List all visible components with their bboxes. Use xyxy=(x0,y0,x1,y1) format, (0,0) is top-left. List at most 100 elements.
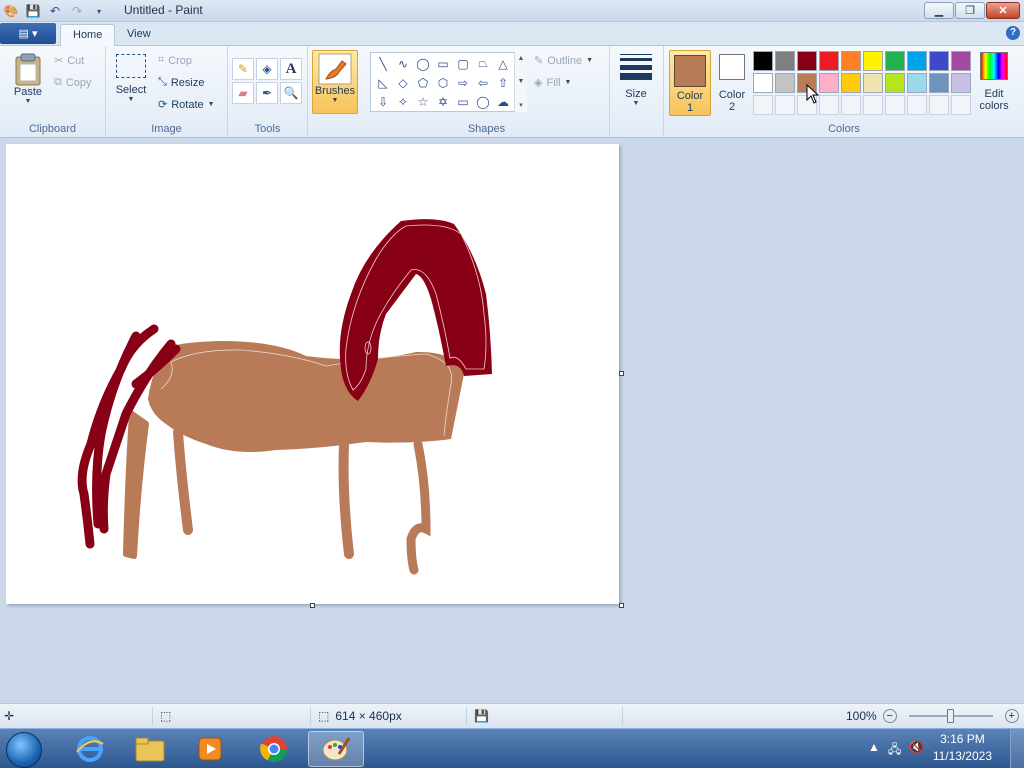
palette-swatch[interactable] xyxy=(951,51,971,71)
color-picker-icon[interactable]: ✒ xyxy=(256,82,278,104)
minimize-button[interactable]: ▁ xyxy=(924,2,954,19)
palette-swatch[interactable] xyxy=(907,51,927,71)
zoom-slider[interactable] xyxy=(908,709,993,723)
palette-swatch[interactable] xyxy=(907,73,927,93)
show-desktop-button[interactable] xyxy=(1010,729,1024,768)
palette-swatch[interactable] xyxy=(863,73,883,93)
customize-qat-icon[interactable]: ▾ xyxy=(90,2,108,20)
file-explorer-icon[interactable] xyxy=(122,731,178,767)
five-point-star-shape-icon[interactable]: ☆ xyxy=(413,92,433,111)
palette-swatch[interactable] xyxy=(885,51,905,71)
resize-handle-corner[interactable] xyxy=(619,603,624,608)
custom-color-slot[interactable] xyxy=(863,95,883,115)
eraser-icon[interactable]: ▰ xyxy=(232,82,254,104)
drawing-canvas[interactable] xyxy=(6,144,619,604)
right-arrow-shape-icon[interactable]: ⇨ xyxy=(453,73,473,92)
pencil-icon[interactable]: ✎ xyxy=(232,58,254,80)
oval-callout-shape-icon[interactable]: ◯ xyxy=(473,92,493,111)
color1-button[interactable]: Color 1 xyxy=(669,50,711,116)
rounded-rectangle-shape-icon[interactable]: ▢ xyxy=(453,54,473,73)
palette-swatch[interactable] xyxy=(753,73,773,93)
more-shapes-icon[interactable]: ▾ xyxy=(519,101,523,109)
cut-button[interactable]: ✂ Cut xyxy=(54,54,84,68)
palette-swatch[interactable] xyxy=(775,73,795,93)
resize-handle-right[interactable] xyxy=(619,371,624,376)
resize-handle-bottom[interactable] xyxy=(310,603,315,608)
outline-button[interactable]: ✎ Outline ▼ xyxy=(534,54,593,68)
select-button[interactable]: Select ▼ xyxy=(114,54,148,103)
copy-button[interactable]: ⧉ Copy xyxy=(54,76,92,89)
zoom-in-icon[interactable]: + xyxy=(1004,709,1019,723)
internet-explorer-icon[interactable] xyxy=(62,731,118,767)
palette-swatch[interactable] xyxy=(797,51,817,71)
tab-home[interactable]: Home xyxy=(60,24,116,46)
hexagon-shape-icon[interactable]: ⬡ xyxy=(433,73,453,92)
pentagon-shape-icon[interactable]: ⬠ xyxy=(413,73,433,92)
zoom-slider-thumb[interactable] xyxy=(947,709,955,723)
rotate-button[interactable]: ⟳ Rotate ▼ xyxy=(158,98,215,112)
curve-shape-icon[interactable]: ∿ xyxy=(393,54,413,73)
volume-muted-icon[interactable]: 🔇 xyxy=(909,740,924,761)
custom-color-slot[interactable] xyxy=(841,95,861,115)
rectangle-shape-icon[interactable]: ▭ xyxy=(433,54,453,73)
palette-swatch[interactable] xyxy=(951,73,971,93)
undo-icon[interactable]: ↶ xyxy=(46,2,64,20)
custom-color-slot[interactable] xyxy=(819,95,839,115)
custom-color-slot[interactable] xyxy=(907,95,927,115)
edit-colors-button[interactable]: Edit colors xyxy=(974,52,1014,112)
custom-color-slot[interactable] xyxy=(775,95,795,115)
custom-color-slot[interactable] xyxy=(753,95,773,115)
custom-color-slot[interactable] xyxy=(929,95,949,115)
start-button[interactable] xyxy=(6,732,42,768)
palette-swatch[interactable] xyxy=(929,73,949,93)
magnifier-icon[interactable]: 🔍 xyxy=(280,82,302,104)
redo-icon[interactable]: ↷ xyxy=(68,2,86,20)
palette-swatch[interactable] xyxy=(841,51,861,71)
fill-button[interactable]: ◈ Fill ▼ xyxy=(534,76,571,90)
help-icon[interactable]: ? xyxy=(1006,26,1020,40)
text-icon[interactable]: A xyxy=(280,58,302,80)
chrome-icon[interactable] xyxy=(246,731,302,767)
palette-swatch[interactable] xyxy=(863,51,883,71)
size-button[interactable]: Size ▼ xyxy=(618,52,654,107)
show-hidden-icons-icon[interactable]: ▲ xyxy=(868,740,880,761)
scroll-down-icon[interactable]: ▼ xyxy=(518,78,525,85)
custom-color-slot[interactable] xyxy=(951,95,971,115)
diamond-shape-icon[interactable]: ◇ xyxy=(393,73,413,92)
palette-swatch[interactable] xyxy=(841,73,861,93)
crop-button[interactable]: ⌗ Crop xyxy=(158,54,192,67)
close-button[interactable]: ✕ xyxy=(986,2,1020,19)
shapes-scrollbar[interactable]: ▲ ▼ ▾ xyxy=(514,52,527,112)
up-arrow-shape-icon[interactable]: ⇧ xyxy=(493,73,513,92)
save-icon[interactable]: 💾 xyxy=(24,2,42,20)
palette-swatch[interactable] xyxy=(775,51,795,71)
left-arrow-shape-icon[interactable]: ⇦ xyxy=(473,73,493,92)
tab-view[interactable]: View xyxy=(115,24,163,46)
brushes-button[interactable]: Brushes ▼ xyxy=(312,50,358,114)
six-point-star-shape-icon[interactable]: ✡ xyxy=(433,92,453,111)
paint-icon[interactable] xyxy=(308,731,364,767)
cloud-callout-shape-icon[interactable]: ☁ xyxy=(493,92,513,111)
four-point-star-shape-icon[interactable]: ✧ xyxy=(393,92,413,111)
oval-shape-icon[interactable]: ◯ xyxy=(413,54,433,73)
restore-button[interactable]: ❐ xyxy=(955,2,985,19)
palette-swatch[interactable] xyxy=(819,73,839,93)
right-triangle-shape-icon[interactable]: ◺ xyxy=(373,73,393,92)
scroll-up-icon[interactable]: ▲ xyxy=(518,55,525,62)
palette-swatch[interactable] xyxy=(885,73,905,93)
triangle-shape-icon[interactable]: △ xyxy=(493,54,513,73)
paint-menu-button[interactable]: ▤ ▾ xyxy=(0,23,56,44)
palette-swatch[interactable] xyxy=(753,51,773,71)
palette-swatch[interactable] xyxy=(929,51,949,71)
network-icon[interactable]: 🖧 xyxy=(888,740,901,761)
zoom-out-icon[interactable]: − xyxy=(882,709,897,723)
media-player-icon[interactable] xyxy=(182,731,238,767)
line-shape-icon[interactable]: ╲ xyxy=(373,54,393,73)
fill-bucket-icon[interactable]: ◈ xyxy=(256,58,278,80)
paint-app-icon[interactable]: 🎨 xyxy=(2,2,20,20)
down-arrow-shape-icon[interactable]: ⇩ xyxy=(373,92,393,111)
custom-color-slot[interactable] xyxy=(885,95,905,115)
rounded-callout-shape-icon[interactable]: ▭ xyxy=(453,92,473,111)
resize-button[interactable]: ⤡ Resize xyxy=(158,76,204,89)
color2-button[interactable]: Color 2 xyxy=(714,54,750,113)
